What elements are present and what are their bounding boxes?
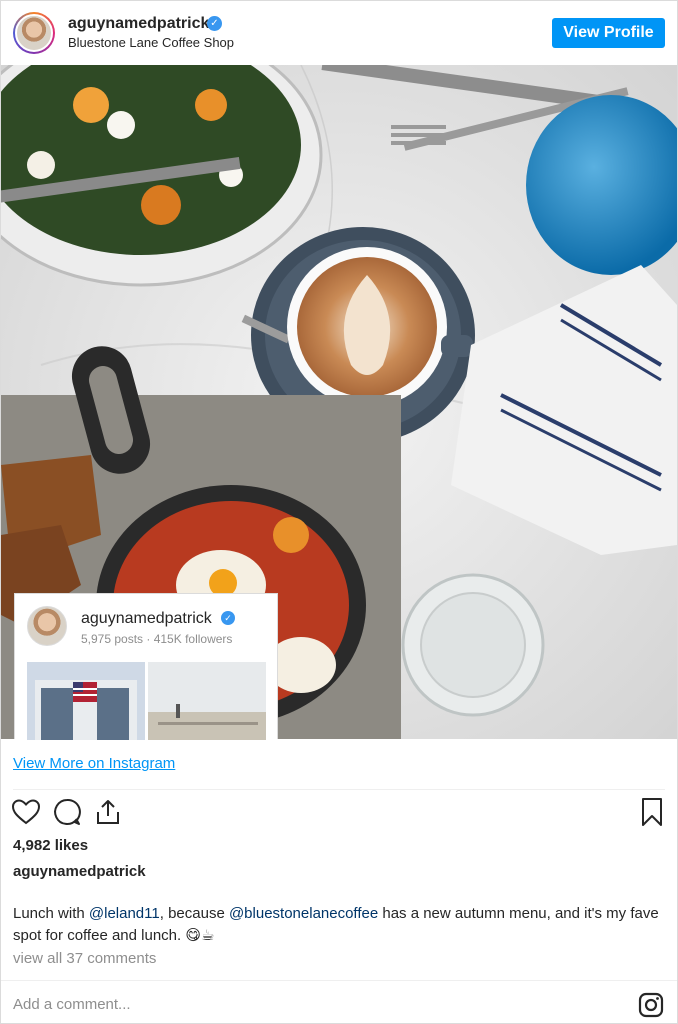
post-header: aguynamedpatrick ✓ Bluestone Lane Coffee… (1, 1, 677, 65)
card-avatar (27, 606, 67, 646)
caption-username[interactable]: aguynamedpatrick (13, 863, 146, 880)
add-comment-input[interactable]: Add a comment... (13, 996, 131, 1013)
heart-icon[interactable] (11, 797, 41, 827)
comment-icon[interactable] (52, 797, 82, 827)
header-username[interactable]: aguynamedpatrick (68, 15, 209, 33)
caption-part: Lunch with (13, 905, 89, 922)
card-username[interactable]: aguynamedpatrick (81, 610, 212, 628)
instagram-embed: aguynamedpatrick ✓ Bluestone Lane Coffee… (0, 0, 678, 1024)
bookmark-icon[interactable] (637, 797, 667, 827)
caption-part: , because (159, 905, 229, 922)
divider (13, 789, 665, 790)
instagram-logo-icon[interactable] (638, 992, 664, 1018)
share-icon[interactable] (93, 797, 123, 827)
thumbnail-beach-image (148, 662, 266, 740)
divider (1, 980, 677, 981)
likes-count[interactable]: 4,982 likes (13, 837, 88, 854)
card-verified-badge-icon: ✓ (221, 611, 235, 625)
card-thumbnail[interactable] (27, 662, 145, 740)
avatar-image (15, 14, 53, 52)
view-more-link[interactable]: View More on Instagram (13, 755, 175, 772)
view-profile-button[interactable]: View Profile (552, 18, 665, 48)
card-stats: 5,975 posts · 415K followers (81, 632, 233, 646)
thumbnail-house-image (27, 662, 145, 740)
view-comments-link[interactable]: view all 37 comments (13, 950, 156, 967)
mention-link[interactable]: @bluestonelanecoffee (229, 905, 378, 922)
mention-link[interactable]: @leland11 (89, 905, 160, 922)
card-thumbnail[interactable] (148, 662, 266, 740)
caption-text: Lunch with @leland11, because @bluestone… (13, 903, 663, 947)
profile-card[interactable]: aguynamedpatrick ✓ 5,975 posts · 415K fo… (14, 593, 278, 740)
header-location[interactable]: Bluestone Lane Coffee Shop (68, 35, 234, 50)
profile-avatar[interactable] (13, 12, 55, 54)
verified-badge-icon: ✓ (207, 16, 222, 31)
